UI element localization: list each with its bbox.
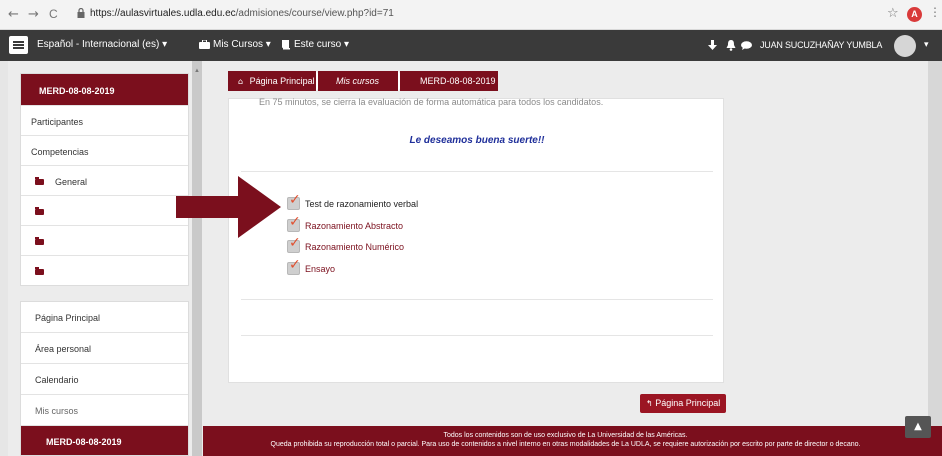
sidebar-item-current-course[interactable]: MERD-08-08-2019: [21, 426, 188, 455]
hamburger-menu-icon[interactable]: [9, 36, 28, 54]
sidebar-item-general[interactable]: General: [21, 165, 188, 195]
language-menu[interactable]: Español - Internacional (es) ▾: [37, 39, 167, 50]
activity-label[interactable]: Razonamiento Abstracto: [305, 221, 403, 231]
url-path: /admisiones/course/view.php?id=71: [235, 8, 394, 19]
lock-icon: [77, 8, 85, 18]
sidebar-splitter[interactable]: [192, 61, 202, 456]
checkmark-icon: ✓: [289, 192, 301, 208]
activity-label[interactable]: Ensayo: [305, 264, 335, 274]
sidebar-item-competencias[interactable]: Competencias: [21, 135, 188, 165]
sidebar-item-label: General: [55, 177, 88, 187]
footer-line-1: Todos los contenidos son de uso exclusiv…: [443, 432, 688, 439]
profile-avatar[interactable]: A: [907, 7, 922, 22]
bell-icon[interactable]: [726, 40, 736, 51]
reload-icon[interactable]: C: [49, 7, 58, 21]
course-content-card: En 75 minutos, se cierra la evaluación d…: [228, 97, 724, 383]
back-to-top-icon[interactable]: ▲: [905, 416, 931, 438]
page-footer: Todos los contenidos son de uso exclusiv…: [203, 426, 942, 456]
breadcrumb-home[interactable]: ⌂ Página Principal: [228, 71, 316, 91]
home-button-label: Página Principal: [655, 398, 721, 408]
sidebar-item-section[interactable]: [21, 255, 188, 285]
browser-toolbar: ← → C https://aulasvirtuales.udla.edu.ec…: [0, 0, 942, 30]
sidebar-item-participantes[interactable]: Participantes: [21, 105, 188, 135]
folder-icon: [35, 177, 44, 185]
right-scroll-gutter: [928, 61, 942, 426]
sidebar-item-mis-cursos[interactable]: Mis cursos: [21, 395, 188, 426]
download-arrow-icon[interactable]: [708, 40, 717, 50]
sidebar-item-pagina-principal[interactable]: Página Principal: [21, 302, 188, 333]
sidebar-item-area-personal[interactable]: Área personal: [21, 333, 188, 364]
my-courses-menu[interactable]: Mis Cursos ▾: [213, 39, 271, 50]
url-domain: https://aulasvirtuales.udla.edu.ec: [90, 8, 236, 19]
divider: [241, 299, 713, 300]
sidebar-item-section[interactable]: [21, 225, 188, 255]
sidebar-item-calendario[interactable]: Calendario: [21, 364, 188, 395]
divider: [241, 335, 713, 336]
chat-bubble-icon[interactable]: [741, 41, 752, 50]
checkmark-icon: ✓: [289, 257, 301, 273]
breadcrumb-mis-cursos[interactable]: Mis cursos: [318, 71, 398, 91]
course-sections-block: MERD-08-08-2019 Participantes Competenci…: [20, 73, 189, 286]
reply-arrow-icon: ↰: [646, 399, 653, 408]
checkmark-icon: ✓: [289, 235, 301, 251]
sidebar-course-title[interactable]: MERD-08-08-2019: [21, 74, 188, 105]
back-icon[interactable]: ←: [8, 7, 19, 22]
activity-label[interactable]: Razonamiento Numérico: [305, 242, 404, 252]
site-navigation-block: Página Principal Área personal Calendari…: [20, 301, 189, 456]
instructions-text: En 75 minutos, se cierra la evaluación d…: [259, 97, 604, 107]
forward-icon[interactable]: →: [28, 7, 39, 22]
breadcrumb-current[interactable]: MERD-08-08-2019: [400, 71, 498, 91]
divider: [241, 171, 713, 172]
chevron-down-icon[interactable]: ▾: [924, 39, 929, 50]
good-luck-message: Le deseamos buena suerte!!: [409, 135, 545, 146]
breadcrumb-home-label: Página Principal: [249, 76, 315, 86]
home-button[interactable]: ↰ Página Principal: [640, 394, 726, 413]
address-bar[interactable]: https://aulasvirtuales.udla.edu.ec/admis…: [90, 8, 394, 19]
course-sidebar: MERD-08-08-2019 Participantes Competenci…: [20, 73, 189, 456]
user-avatar[interactable]: [894, 35, 916, 57]
briefcase-icon: [199, 40, 210, 49]
top-navbar: Español - Internacional (es) ▾ Mis Curso…: [0, 30, 942, 61]
sidebar-item-section[interactable]: [21, 195, 188, 225]
grip-icon: ▲: [194, 68, 200, 74]
browser-menu-icon[interactable]: ⋮: [929, 5, 941, 19]
user-name[interactable]: JUAN SUCUZHAÑAY YUMBLA: [760, 40, 882, 50]
checkmark-icon: ✓: [289, 214, 301, 230]
bookmark-star-icon[interactable]: ☆: [887, 6, 899, 21]
home-icon: ⌂: [238, 77, 244, 86]
left-gutter: [0, 61, 8, 456]
folder-icon: [35, 237, 44, 245]
folder-icon: [35, 207, 44, 215]
footer-line-2: Queda prohibida su reproducción total o …: [270, 441, 861, 448]
folder-icon: [35, 267, 44, 275]
activity-label[interactable]: Test de razonamiento verbal: [305, 199, 418, 209]
this-course-menu[interactable]: Este curso ▾: [294, 39, 349, 50]
book-icon: [282, 40, 290, 50]
annotation-arrow-icon: [176, 176, 281, 238]
